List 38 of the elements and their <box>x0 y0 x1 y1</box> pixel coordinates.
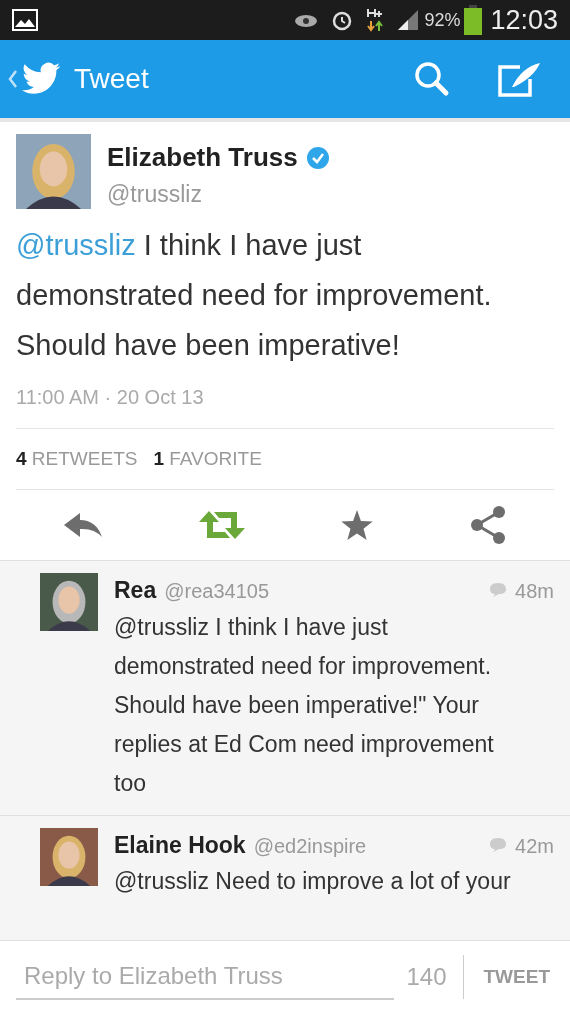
stat-link[interactable]: 4 RETWEETS <box>16 444 138 473</box>
reply-text: @trussliz I think I have just demonstrated need for improvement. Should have been imperative!" Your replies at Ed Com need improvement too <box>114 612 495 798</box>
reply-author-handle: @rea34105 <box>164 579 270 604</box>
retweet-icon[interactable] <box>198 510 245 540</box>
reply-time: 48m <box>515 579 554 604</box>
reply-author-handle: @ed2inspire <box>253 833 367 859</box>
stat-link[interactable]: 1 FAVORITE <box>153 444 262 473</box>
tweet-text: @trussliz I think I have just demonstrated need for improvement. Should have been imperative! <box>16 227 493 363</box>
avatar <box>40 827 98 886</box>
speech-bubble-icon <box>489 836 508 853</box>
author-handle: @trussliz <box>107 180 203 209</box>
battery-icon <box>464 5 483 35</box>
star-icon[interactable] <box>341 510 374 540</box>
reply-icon[interactable] <box>64 511 103 539</box>
image-icon <box>12 9 38 31</box>
compose-icon <box>498 61 542 97</box>
eye-icon <box>294 12 319 28</box>
tweet-timestamp: 11:00 AM · 20 Oct 13 <box>16 381 554 429</box>
signal-icon <box>396 8 421 32</box>
search-icon <box>414 61 450 97</box>
screen-title: Tweet <box>74 62 149 96</box>
speech-bubble-icon <box>489 582 508 598</box>
character-count: 140 <box>406 955 464 999</box>
reply-author-name: Rea <box>114 576 157 605</box>
author-name: Elizabeth Truss <box>107 141 298 174</box>
battery-percent: 92% <box>424 8 461 32</box>
search-button[interactable] <box>414 61 450 97</box>
share-icon[interactable] <box>469 506 506 544</box>
network-icon <box>366 7 385 33</box>
reply-author-name: Elaine Hook <box>114 830 246 860</box>
clock-time: 12:03 <box>490 3 558 37</box>
avatar <box>40 573 98 631</box>
reply-text: @trussliz Need to improve a lot of your <box>114 867 512 896</box>
back-icon <box>8 69 18 89</box>
back-button[interactable] <box>8 62 62 96</box>
compose-button[interactable] <box>498 61 542 97</box>
bird-icon <box>22 62 62 96</box>
reply-time: 42m <box>515 833 554 859</box>
